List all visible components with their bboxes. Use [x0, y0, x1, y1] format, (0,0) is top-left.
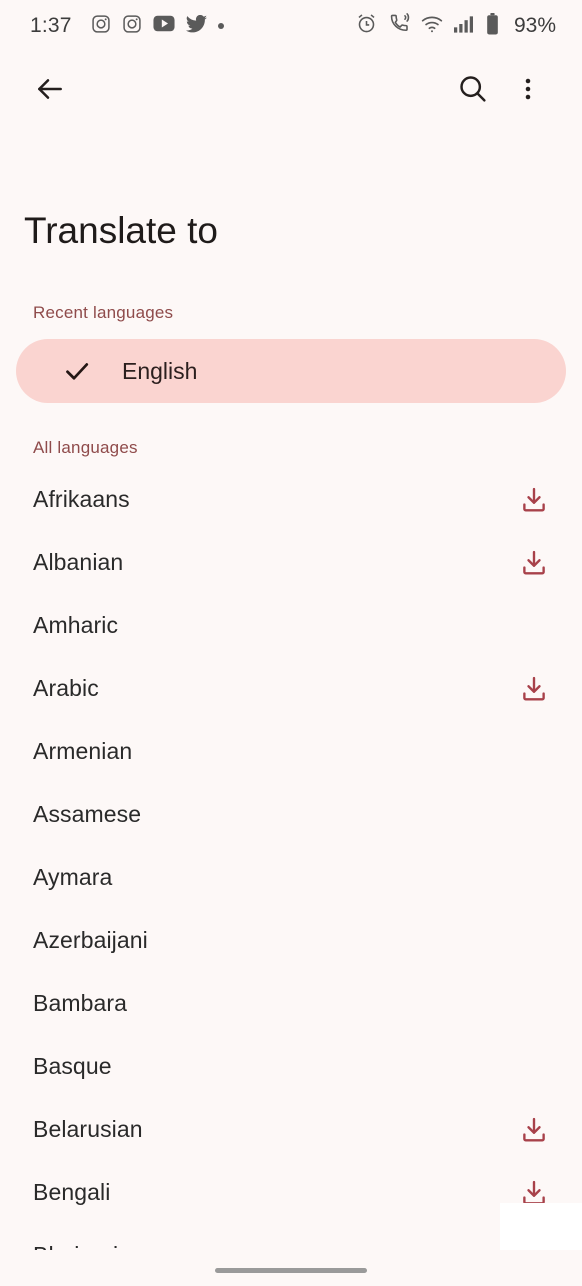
instagram-icon: [91, 14, 111, 39]
status-bar-clock: 1:37: [30, 14, 72, 37]
language-name-label: Basque: [33, 1053, 112, 1079]
language-name-label: Afrikaans: [33, 486, 130, 512]
language-name-label: Belarusian: [33, 1116, 143, 1142]
language-name-label: Azerbaijani: [33, 927, 148, 953]
language-row[interactable]: Albanian: [0, 531, 582, 594]
all-languages-list: Afrikaans Albanian Amharic Arabic Armenian As…: [0, 468, 582, 1286]
check-icon: [62, 356, 92, 386]
download-icon[interactable]: [519, 485, 549, 515]
system-navigation-bar: [0, 1250, 582, 1286]
page-title: Translate to: [24, 210, 218, 251]
language-row[interactable]: Belarusian: [0, 1098, 582, 1161]
cellular-signal-icon: [453, 15, 475, 38]
dot-icon: [217, 23, 224, 29]
status-bar-notification-icons: [91, 14, 356, 39]
language-row[interactable]: Armenian: [0, 720, 582, 783]
search-button[interactable]: [448, 67, 496, 115]
app-toolbar: [0, 52, 582, 130]
language-row[interactable]: Arabic: [0, 657, 582, 720]
status-bar: 1:37 93%: [0, 0, 582, 52]
more-vert-icon: [515, 76, 541, 107]
back-button[interactable]: [26, 67, 74, 115]
language-row[interactable]: Aymara: [0, 846, 582, 909]
language-row[interactable]: Azerbaijani: [0, 909, 582, 972]
call-vibrate-icon: [388, 13, 410, 39]
language-row[interactable]: Amharic: [0, 594, 582, 657]
recent-languages-list: English: [0, 339, 582, 403]
status-bar-system-icons: 93%: [356, 12, 556, 40]
battery-percent-label: 93%: [513, 14, 556, 37]
instagram-icon: [122, 14, 142, 39]
twitter-icon: [185, 14, 207, 38]
download-icon[interactable]: [519, 1115, 549, 1145]
language-name-label: Bengali: [33, 1179, 111, 1205]
recent-languages-header: Recent languages: [33, 303, 174, 322]
language-name-label: Armenian: [33, 738, 133, 764]
recent-language-row[interactable]: English: [16, 339, 566, 403]
alarm-icon: [356, 13, 377, 39]
phone-screen: 1:37 93% Translate to Recent languages E…: [0, 0, 582, 1286]
youtube-icon: [153, 15, 175, 37]
language-name-label: Arabic: [33, 675, 99, 701]
language-row[interactable]: Afrikaans: [0, 468, 582, 531]
all-languages-header: All languages: [33, 438, 138, 457]
search-icon: [457, 73, 488, 109]
recent-language-label: English: [122, 357, 198, 384]
language-name-label: Albanian: [33, 549, 124, 575]
language-name-label: Amharic: [33, 612, 119, 638]
language-name-label: Assamese: [33, 801, 142, 827]
language-row[interactable]: Bengali: [0, 1161, 582, 1224]
home-gesture-pill[interactable]: [215, 1267, 367, 1273]
download-icon[interactable]: [519, 674, 549, 704]
language-row[interactable]: Basque: [0, 1035, 582, 1098]
language-row[interactable]: Assamese: [0, 783, 582, 846]
language-name-label: Bambara: [33, 990, 128, 1016]
language-name-label: Aymara: [33, 864, 113, 890]
back-arrow-icon: [34, 73, 66, 110]
wifi-icon: [421, 15, 443, 38]
overflow-menu-button[interactable]: [504, 67, 552, 115]
download-icon[interactable]: [519, 548, 549, 578]
battery-icon: [486, 12, 499, 40]
language-row[interactable]: Bambara: [0, 972, 582, 1035]
